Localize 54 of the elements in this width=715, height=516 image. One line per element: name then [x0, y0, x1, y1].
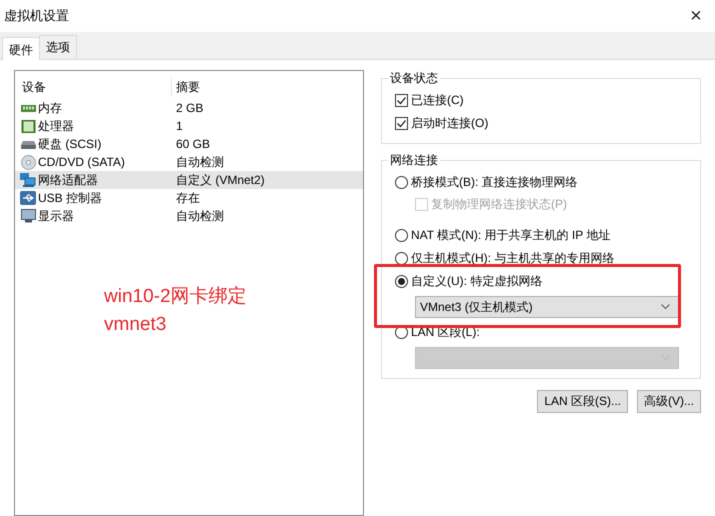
display-icon [20, 209, 36, 223]
radio-label: 仅主机模式(H): 与主机共享的专用网络 [411, 250, 614, 267]
device-summary: 自动检测 [176, 208, 225, 224]
device-row[interactable]: 处理器 1 [15, 117, 363, 135]
device-row[interactable]: 内存 2 GB [15, 99, 363, 117]
checkbox-label: 复制物理网络连接状态(P) [431, 196, 567, 213]
checkbox-label: 已连接(C) [411, 92, 464, 109]
tab[interactable]: 选项 [39, 35, 77, 59]
device-summary: 存在 [176, 190, 201, 206]
memory-icon [20, 102, 36, 114]
cdrom-icon [20, 154, 36, 170]
dropdown[interactable]: VMnet3 (仅主机模式) [415, 296, 679, 318]
device-name: 内存 [38, 100, 62, 116]
device-name: 处理器 [38, 118, 74, 134]
annotation-text: win10-2网卡绑定 [104, 285, 247, 309]
device-row[interactable]: CD/DVD (SATA) 自动检测 [15, 153, 363, 171]
annotation-text: vmnet3 [104, 313, 168, 337]
device-name: 显示器 [38, 208, 74, 224]
cpu-icon [20, 120, 36, 132]
radio-button[interactable] [395, 176, 408, 189]
checkbox[interactable] [395, 117, 408, 130]
device-summary: 自定义 (VMnet2) [176, 172, 266, 188]
radio-button[interactable] [395, 252, 408, 265]
device-row[interactable]: 显示器 自动检测 [15, 207, 363, 225]
dialog-button[interactable]: LAN 区段(S)... [537, 390, 628, 413]
group-title: 网络连接 [389, 152, 439, 169]
dialog-button[interactable]: 高级(V)... [637, 390, 701, 413]
group-title: 设备状态 [389, 70, 439, 87]
window-title: 虚拟机设置 [4, 7, 69, 25]
device-name: 硬盘 (SCSI) [38, 136, 102, 152]
checkbox-label: 启动时连接(O) [411, 115, 488, 132]
radio-label: 自定义(U): 特定虚拟网络 [411, 273, 542, 290]
device-row[interactable]: USB 控制器 存在 [15, 189, 363, 207]
device-name: USB 控制器 [38, 190, 102, 206]
radio-button[interactable] [395, 275, 408, 288]
radio-button[interactable] [395, 229, 408, 242]
column-header: 设备 [21, 78, 47, 96]
usb-icon [20, 191, 36, 205]
network-icon [20, 173, 36, 187]
close-button[interactable]: × [681, 6, 711, 26]
device-summary: 2 GB [176, 101, 204, 115]
device-row[interactable]: 硬盘 (SCSI) 60 GB [15, 135, 363, 153]
tab[interactable]: 硬件 [2, 37, 40, 60]
device-name: 网络适配器 [38, 172, 98, 188]
device-row[interactable]: 网络适配器 自定义 (VMnet2) [15, 171, 363, 189]
device-name: CD/DVD (SATA) [38, 155, 125, 169]
device-summary: 1 [176, 119, 184, 133]
column-header: 摘要 [171, 77, 363, 97]
radio-label: 桥接模式(B): 直接连接物理网络 [411, 174, 578, 191]
device-summary: 自动检测 [176, 154, 225, 170]
device-summary: 60 GB [176, 137, 212, 151]
checkbox[interactable] [395, 94, 408, 107]
chevron-icon [661, 304, 670, 310]
radio-label: NAT 模式(N): 用于共享主机的 IP 地址 [411, 227, 610, 244]
